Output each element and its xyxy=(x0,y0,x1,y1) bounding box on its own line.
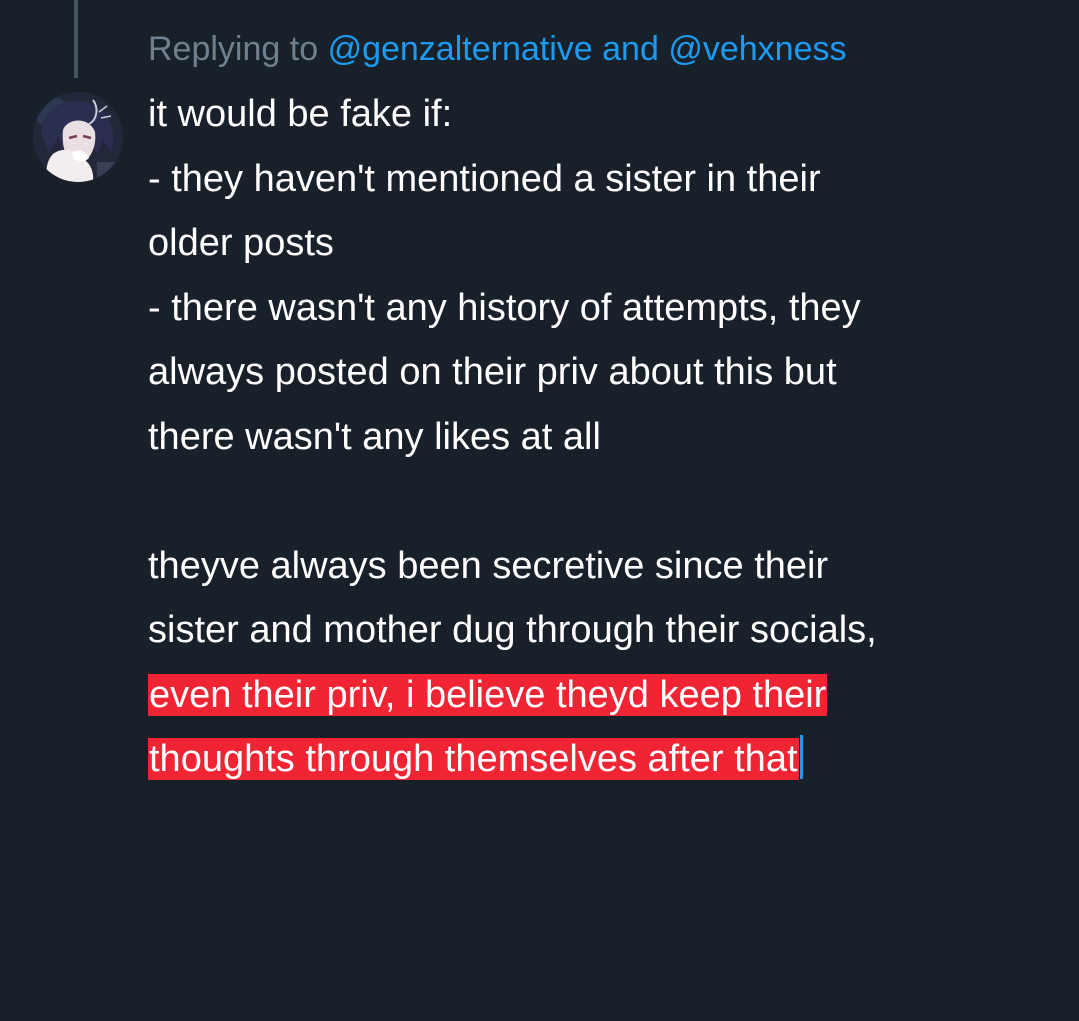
tweet-text-line: sister and mother dug through their soci… xyxy=(148,609,877,651)
text-cursor-caret xyxy=(799,735,803,779)
mention-link-vehxness[interactable]: @vehxness xyxy=(668,30,846,68)
tweet-text-line: - they haven't mentioned a sister in the… xyxy=(148,157,821,200)
tweet-text-line: older posts xyxy=(148,222,334,264)
paragraph-break xyxy=(148,469,1048,534)
avatar-image-icon xyxy=(33,92,123,182)
tweet-text-line: theyve always been secretive since their xyxy=(148,544,829,587)
highlighted-text-selection: thoughts through themselves after that xyxy=(148,738,799,780)
highlighted-text-selection: even their priv, i believe theyd keep th… xyxy=(148,673,828,716)
replying-to-line: Replying to @genzalternative and @vehxne… xyxy=(148,28,846,70)
user-avatar[interactable] xyxy=(33,92,123,182)
tweet-text-line: it would be fake if: xyxy=(148,93,453,135)
mention-link-genzalternative[interactable]: @genzalternative xyxy=(328,30,593,68)
highlighted-line-wrapper: thoughts through themselves after that xyxy=(148,727,1048,792)
tweet-text-line: always posted on their priv about this b… xyxy=(148,351,837,393)
highlighted-line-wrapper: even their priv, i believe theyd keep th… xyxy=(148,663,1048,728)
replying-to-conjunction[interactable]: and xyxy=(602,30,659,68)
replying-to-label: Replying to xyxy=(148,30,319,68)
tweet-text-line: - there wasn't any history of attempts, … xyxy=(148,286,861,329)
tweet-text-body[interactable]: it would be fake if: - they haven't ment… xyxy=(148,82,1048,792)
thread-connector-line xyxy=(74,0,78,78)
tweet-text-line: there wasn't any likes at all xyxy=(148,415,601,458)
